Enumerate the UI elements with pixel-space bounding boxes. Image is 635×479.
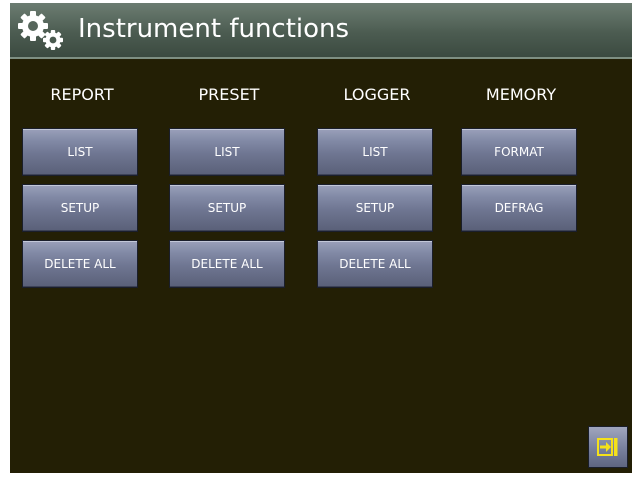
column-header-report: REPORT xyxy=(50,85,114,104)
preset-delete-all-button[interactable]: DELETE ALL xyxy=(169,240,285,288)
report-delete-all-button[interactable]: DELETE ALL xyxy=(22,240,138,288)
page-title: Instrument functions xyxy=(78,14,350,44)
exit-button[interactable] xyxy=(588,426,628,468)
title-bar: Instrument functions xyxy=(10,3,632,59)
report-list-button[interactable]: LIST xyxy=(22,128,138,176)
memory-format-button[interactable]: FORMAT xyxy=(461,128,577,176)
logger-list-button[interactable]: LIST xyxy=(317,128,433,176)
logger-delete-all-button[interactable]: DELETE ALL xyxy=(317,240,433,288)
column-header-logger: LOGGER xyxy=(343,85,411,104)
preset-list-button[interactable]: LIST xyxy=(169,128,285,176)
column-header-memory: MEMORY xyxy=(485,85,557,104)
memory-defrag-button[interactable]: DEFRAG xyxy=(461,184,577,232)
logger-setup-button[interactable]: SETUP xyxy=(317,184,433,232)
exit-arrow-icon xyxy=(597,438,618,456)
column-header-preset: PRESET xyxy=(198,85,260,104)
gears-icon xyxy=(18,11,63,50)
report-setup-button[interactable]: SETUP xyxy=(22,184,138,232)
instrument-functions-screen: Instrument functions REPORT PRESET LOGGE… xyxy=(10,3,632,473)
preset-setup-button[interactable]: SETUP xyxy=(169,184,285,232)
